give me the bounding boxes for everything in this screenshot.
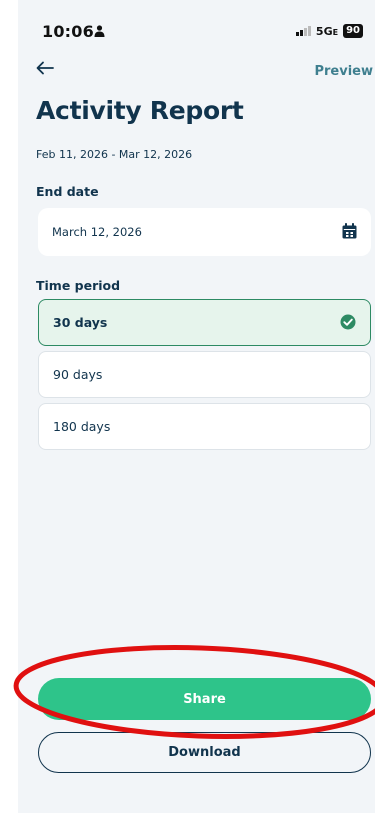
person-icon [94, 25, 105, 37]
check-circle-icon [340, 314, 356, 330]
share-button[interactable]: Share [38, 678, 371, 720]
time-period-label: Time period [36, 278, 121, 293]
status-time: 10:06 [42, 22, 94, 41]
page-title: Activity Report [36, 96, 244, 125]
status-bar: 10:06 5GE 90 [42, 22, 375, 44]
option-label: 180 days [53, 419, 111, 434]
network-label: 5GE [315, 24, 339, 38]
end-date-label: End date [36, 184, 99, 199]
preview-link[interactable]: Preview [314, 64, 373, 79]
end-date-field[interactable]: March 12, 2026 [38, 208, 371, 256]
time-period-option-90-days[interactable]: 90 days [38, 351, 371, 398]
status-indicators: 5GE 90 [295, 24, 363, 38]
option-label: 30 days [53, 315, 108, 330]
end-date-value: March 12, 2026 [52, 225, 142, 239]
battery-icon: 90 [343, 24, 363, 38]
arrow-left-icon[interactable] [36, 60, 54, 76]
option-label: 90 days [53, 367, 103, 382]
date-range-text: Feb 11, 2026 - Mar 12, 2026 [36, 148, 193, 161]
calendar-icon[interactable] [342, 223, 357, 239]
download-button[interactable]: Download [38, 732, 371, 773]
time-period-option-180-days[interactable]: 180 days [38, 403, 371, 450]
time-period-option-30-days[interactable]: 30 days [38, 299, 371, 346]
signal-icon [295, 26, 311, 36]
